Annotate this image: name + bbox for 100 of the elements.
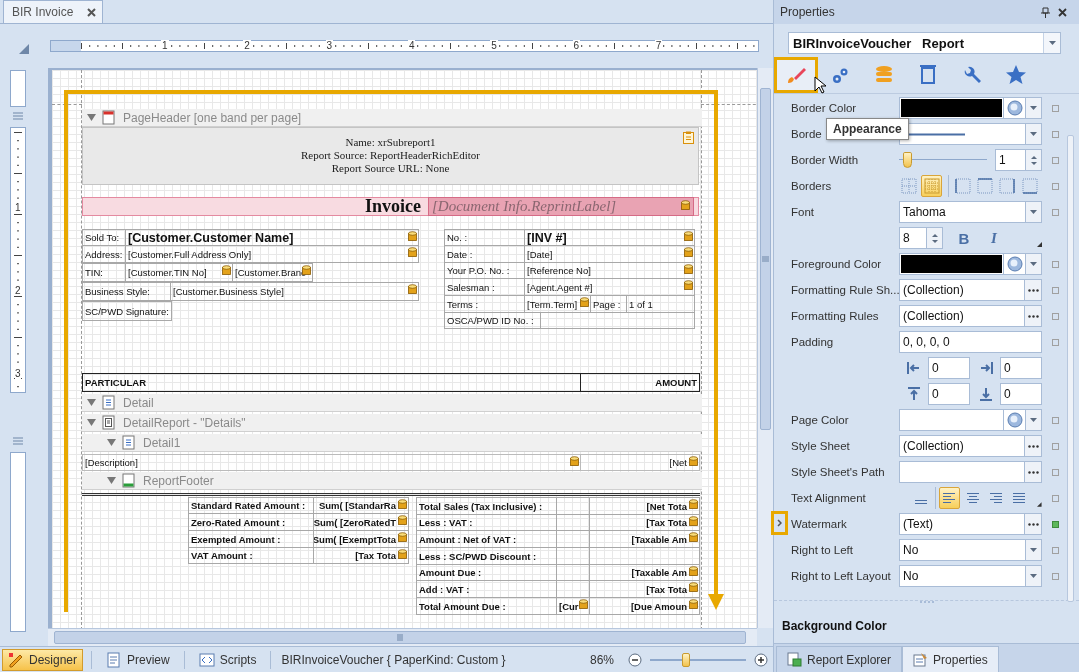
expand-corner-icon[interactable] (1037, 242, 1042, 247)
alignment-toggle[interactable] (939, 487, 960, 509)
object-selector[interactable]: BIRInvoiceVoucher Report (788, 32, 1061, 54)
expand-corner-icon[interactable] (1037, 502, 1042, 507)
reset-indicator[interactable] (1052, 312, 1059, 320)
down-arrow-icon[interactable] (1030, 161, 1037, 165)
reset-indicator[interactable] (1052, 156, 1059, 164)
dropdown-arrow-icon[interactable] (1030, 132, 1037, 136)
category-tab[interactable] (774, 57, 818, 93)
reset-indicator[interactable] (1052, 520, 1059, 528)
dropdown-arrow-icon[interactable] (1030, 548, 1037, 552)
border-toggle[interactable] (997, 175, 1018, 197)
ruler-corner-icon[interactable] (19, 44, 29, 54)
bold-button[interactable]: B (953, 227, 975, 249)
more-icon[interactable] (1027, 470, 1039, 474)
scrollbar-thumb[interactable] (760, 88, 771, 430)
font-size-field[interactable]: 8 (899, 227, 927, 249)
collection-field[interactable]: (Collection) (899, 305, 1025, 327)
zoom-slider[interactable] (650, 652, 746, 667)
dropdown-arrow-icon[interactable] (1030, 262, 1037, 266)
horizontal-ruler[interactable]: 1 2 3 4 5 6 7 (50, 40, 759, 52)
expand-arrow-icon[interactable] (107, 477, 116, 484)
view-tab[interactable]: Designer (2, 648, 84, 671)
pin-icon[interactable] (1041, 6, 1050, 18)
vertical-ruler[interactable] (10, 70, 26, 107)
color-picker-icon[interactable] (1006, 412, 1023, 428)
vertical-ruler[interactable] (10, 452, 26, 632)
number-field[interactable]: 0 (1000, 383, 1042, 405)
down-arrow-icon[interactable] (931, 239, 938, 243)
dropdown-arrow-icon[interactable] (1030, 418, 1037, 422)
reset-indicator[interactable] (1052, 546, 1059, 554)
property-label: Padding (791, 336, 834, 348)
collection-field[interactable]: (Text) (899, 513, 1025, 535)
reset-indicator[interactable] (1052, 130, 1059, 138)
reset-indicator[interactable] (1052, 260, 1059, 268)
dropdown-arrow-icon[interactable] (1030, 210, 1037, 214)
expand-arrow-icon[interactable] (87, 399, 96, 406)
border-toggle[interactable] (899, 175, 920, 197)
number-field[interactable]: 0 (928, 383, 970, 405)
subreport-placeholder[interactable]: Name: xrSubreport1 Report Source: ReportHeaderRichEditor Report Source URL: None (82, 127, 699, 185)
more-icon[interactable] (1027, 444, 1039, 448)
border-toggle[interactable] (974, 175, 996, 197)
scrollbar-thumb[interactable] (1067, 135, 1074, 602)
border-toggle[interactable] (1019, 175, 1040, 197)
more-icon[interactable] (1027, 522, 1039, 526)
close-icon[interactable] (1058, 7, 1067, 17)
number-field[interactable]: 0 (928, 357, 970, 379)
vertical-ruler[interactable]: 1 2 3 (10, 127, 26, 393)
grip-icon[interactable] (13, 112, 23, 120)
grip-icon[interactable] (13, 437, 23, 445)
reset-indicator[interactable] (1052, 104, 1059, 112)
reset-indicator[interactable] (1052, 286, 1059, 294)
more-icon[interactable] (1027, 288, 1039, 292)
dropdown-arrow-icon[interactable] (1030, 574, 1037, 578)
zoom-out-icon[interactable] (628, 652, 642, 667)
more-icon[interactable] (1027, 314, 1039, 318)
dropdown-arrow-icon[interactable] (1048, 41, 1056, 45)
close-icon[interactable] (87, 7, 97, 17)
number-field[interactable]: 0 (1000, 357, 1042, 379)
total-label: Total Amount Due : (419, 600, 506, 612)
grip-icon[interactable] (397, 634, 403, 641)
reset-indicator[interactable] (1052, 416, 1059, 424)
collection-field[interactable]: (Collection) (899, 435, 1025, 457)
collection-field[interactable]: (Collection) (899, 279, 1025, 301)
ruler-number: 5 (490, 40, 498, 51)
dropdown-field[interactable]: Tahoma (899, 201, 1026, 223)
border-toggle[interactable] (952, 175, 973, 197)
document-tab[interactable]: BIR Invoice (3, 0, 104, 23)
width-slider[interactable] (899, 152, 987, 168)
dropdown-field[interactable]: No (899, 539, 1026, 561)
number-field[interactable]: 1 (995, 149, 1026, 171)
up-arrow-icon[interactable] (931, 233, 938, 237)
reset-indicator[interactable] (1052, 468, 1059, 476)
reset-indicator[interactable] (1052, 182, 1059, 190)
reset-indicator[interactable] (1052, 572, 1059, 580)
value-field[interactable]: 0, 0, 0, 0 (899, 331, 1042, 353)
color-field[interactable] (899, 409, 1004, 431)
panel-tab[interactable]: Properties (902, 646, 999, 672)
collection-field[interactable] (899, 461, 1025, 483)
zoom-in-icon[interactable] (754, 652, 768, 667)
reset-indicator[interactable] (1052, 338, 1059, 346)
up-arrow-icon[interactable] (1030, 155, 1037, 159)
scrollbar-thumb[interactable] (54, 631, 746, 644)
panel-tab[interactable]: Report Explorer (776, 646, 903, 672)
reset-indicator[interactable] (1052, 442, 1059, 450)
chevron-icon[interactable] (777, 519, 782, 527)
expand-arrow-icon[interactable] (107, 439, 116, 446)
border-toggle[interactable] (921, 175, 942, 197)
expand-arrow-icon[interactable] (87, 419, 96, 426)
grip-icon[interactable] (762, 256, 769, 262)
reset-indicator[interactable] (1052, 494, 1059, 502)
italic-button[interactable]: I (983, 227, 1005, 249)
view-tab[interactable]: Preview (100, 648, 176, 671)
view-tab[interactable]: Scripts (192, 648, 263, 671)
reset-indicator[interactable] (1052, 208, 1059, 216)
color-picker-icon[interactable] (1006, 100, 1023, 116)
dropdown-field[interactable]: No (899, 565, 1026, 587)
expand-arrow-icon[interactable] (87, 114, 96, 121)
color-picker-icon[interactable] (1006, 256, 1023, 272)
dropdown-arrow-icon[interactable] (1030, 106, 1037, 110)
